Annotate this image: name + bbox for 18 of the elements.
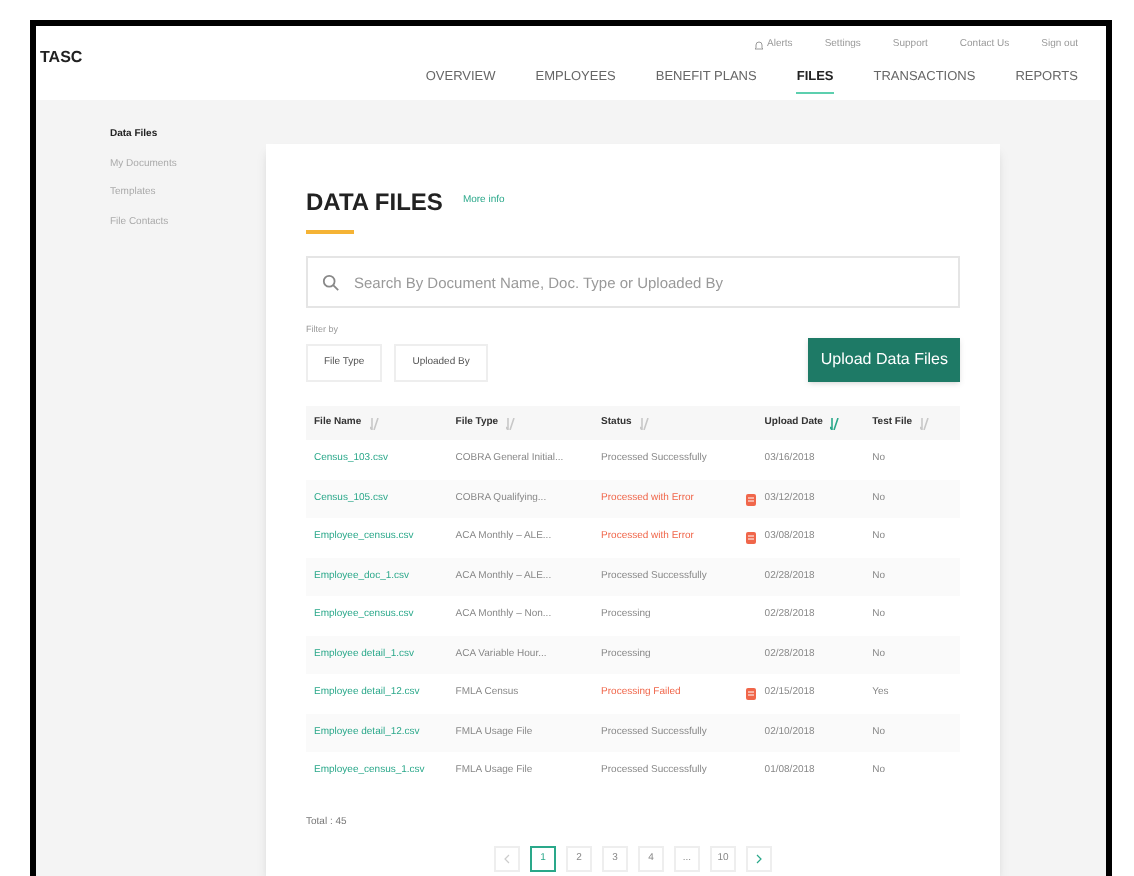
sort-icon[interactable] (369, 417, 382, 430)
sort-icon[interactable] (639, 417, 652, 430)
search-icon (322, 273, 340, 291)
document-icon[interactable] (746, 493, 757, 505)
document-icon[interactable] (746, 532, 757, 544)
document-icon[interactable] (746, 688, 757, 700)
sort-icon[interactable] (506, 417, 519, 430)
chevron-right-icon (756, 854, 762, 865)
upload-button[interactable]: Upload Data Files (808, 338, 960, 383)
logo: TASC (40, 46, 83, 70)
next-page-button[interactable] (746, 846, 772, 873)
sort-icon[interactable] (920, 417, 933, 430)
title-underline (306, 230, 354, 234)
sort-icon[interactable] (830, 417, 843, 430)
previous-page-button[interactable] (494, 846, 520, 873)
page-title: DATA FILES (306, 186, 443, 220)
chevron-left-icon (504, 854, 510, 865)
bell-icon (753, 39, 764, 52)
